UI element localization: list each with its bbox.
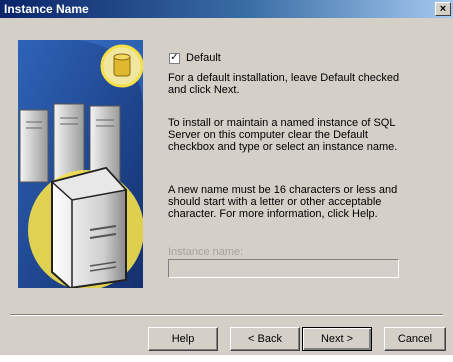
check-icon: ✓ [170,52,179,63]
close-button[interactable]: × [435,2,451,16]
cylinder-icon [100,44,143,88]
named-instance-text: To install or maintain a named instance … [168,117,398,153]
default-checkbox[interactable]: ✓ [169,52,180,64]
name-rules-text: A new name must be 16 characters or less… [168,184,398,220]
default-checkbox-row[interactable]: ✓ Default [169,52,221,64]
instance-name-label: Instance name: [168,246,244,258]
cancel-button[interactable]: Cancel [384,327,446,351]
server-illustration [18,40,143,288]
window-title: Instance Name [4,2,89,16]
instance-name-field[interactable] [168,259,399,278]
instance-name-dialog: Instance Name × ✓ Default For a default … [0,0,453,355]
back-button[interactable]: < Back [230,327,300,351]
page-background [0,355,453,362]
next-button[interactable]: Next > [302,327,372,351]
title-bar[interactable]: Instance Name × [0,0,453,18]
separator-highlight [10,315,443,316]
help-button[interactable]: Help [148,327,218,351]
close-icon: × [439,2,447,15]
default-install-text: For a default installation, leave Defaul… [168,72,400,96]
default-checkbox-label[interactable]: Default [186,52,221,64]
